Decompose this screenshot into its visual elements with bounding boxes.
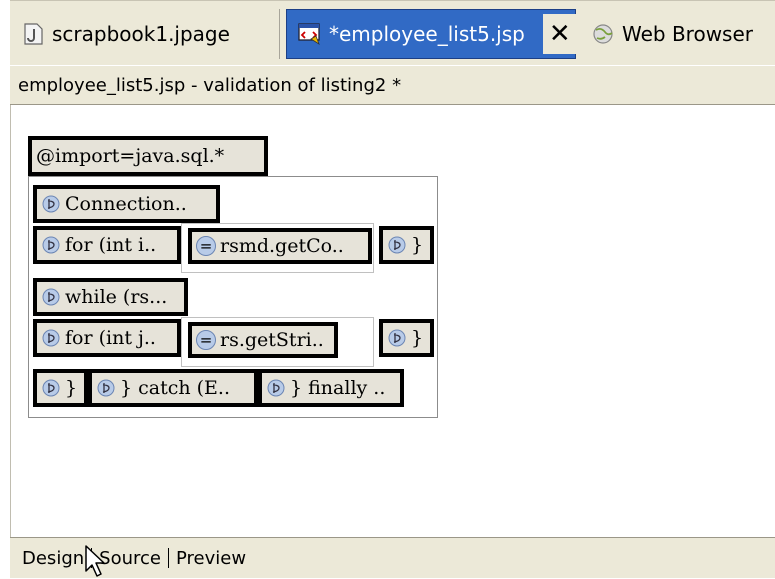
scriptlet-close-brace-1-text: }	[411, 234, 424, 256]
scriptlet-connection[interactable]: Connection..	[33, 185, 220, 223]
scriptlet-connection-text: Connection..	[65, 193, 187, 215]
expression-icon: =	[196, 236, 216, 256]
scriptlet-icon	[42, 288, 60, 306]
inner-loop-body-cell: = rs.getStri..	[181, 317, 374, 367]
expression-rsmd-text: rsmd.getCo..	[220, 235, 344, 257]
scriptlet-while-rs[interactable]: while (rs...	[33, 278, 188, 316]
web-browser-globe-icon	[593, 24, 613, 44]
scriptlet-icon	[388, 236, 406, 254]
scriptlet-icon	[267, 379, 285, 397]
tab-separator	[167, 548, 169, 568]
design-canvas[interactable]: @import=java.sql.* Connection.. for (int…	[10, 105, 775, 537]
expression-rs-text: rs.getStri..	[220, 329, 324, 351]
scriptlet-icon	[42, 329, 60, 347]
tab-web-browser-label: Web Browser	[622, 22, 754, 46]
scriptlet-icon	[42, 236, 60, 254]
tab-design[interactable]: Design	[18, 548, 88, 569]
scriptlet-close-brace-2[interactable]: }	[379, 319, 434, 357]
scriptlet-icon	[388, 329, 406, 347]
file-description-bar: employee_list5.jsp - validation of listi…	[10, 65, 775, 105]
tab-web-browser[interactable]: Web Browser	[580, 9, 775, 59]
tab-preview[interactable]: Preview	[172, 548, 250, 569]
scriptlet-container: Connection.. for (int i.. = rsmd.getCo..…	[28, 176, 438, 418]
scriptlet-icon	[42, 379, 60, 397]
scriptlet-close-brace-1[interactable]: }	[379, 226, 434, 264]
scriptlet-catch[interactable]: } catch (E..	[88, 369, 258, 407]
scriptlet-for-i-text: for (int i..	[65, 234, 157, 256]
file-description: employee_list5.jsp - validation of listi…	[18, 74, 402, 96]
expression-rs[interactable]: = rs.getStri..	[188, 322, 338, 358]
scriptlet-close-brace-3[interactable]: }	[33, 369, 88, 407]
mouse-pointer-icon	[85, 545, 105, 577]
scriptlet-for-j-text: for (int j..	[65, 327, 156, 349]
page-directive-text: @import=java.sql.*	[36, 145, 225, 167]
expression-rsmd[interactable]: = rsmd.getCo..	[188, 228, 372, 264]
loop-body-cell: = rsmd.getCo..	[181, 223, 374, 273]
scriptlet-close-brace-2-text: }	[411, 327, 424, 349]
tab-employee-list5-label: *employee_list5.jsp	[329, 22, 525, 46]
java-scrapbook-icon	[24, 23, 43, 45]
scriptlet-for-i[interactable]: for (int i..	[33, 226, 181, 264]
scriptlet-close-brace-3-text: }	[65, 377, 78, 399]
scriptlet-finally[interactable]: } finally ..	[258, 369, 404, 407]
scriptlet-catch-text: } catch (E..	[120, 377, 231, 399]
editor-tab-bar: scrapbook1.jpage *employee_list5.jsp ✕ W…	[10, 0, 775, 66]
scriptlet-icon	[97, 379, 115, 397]
page-directive-import[interactable]: @import=java.sql.*	[28, 136, 268, 176]
jsp-file-icon	[298, 23, 320, 45]
scriptlet-finally-text: } finally ..	[290, 377, 386, 399]
editor-mode-tabs: Design Source Preview	[10, 537, 775, 578]
tab-scrapbook[interactable]: scrapbook1.jpage	[10, 9, 280, 59]
scriptlet-icon	[42, 195, 60, 213]
close-tab-icon[interactable]: ✕	[542, 14, 577, 54]
scriptlet-while-rs-text: while (rs...	[65, 286, 168, 308]
expression-icon: =	[196, 330, 216, 350]
tab-employee-list5[interactable]: *employee_list5.jsp ✕	[286, 9, 577, 59]
tab-scrapbook-label: scrapbook1.jpage	[52, 22, 230, 46]
scriptlet-for-j[interactable]: for (int j..	[33, 319, 181, 357]
